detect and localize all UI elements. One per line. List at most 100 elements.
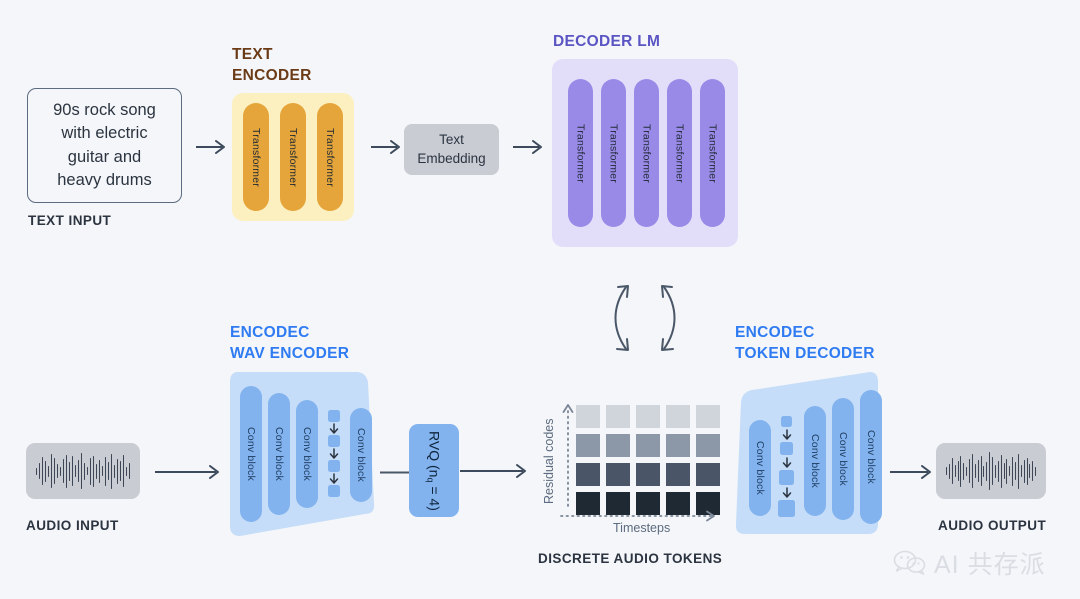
waveform-bar <box>992 457 993 485</box>
text-encoder-block-1[interactable]: Transformer <box>243 103 269 211</box>
decoder-lm-panel: Transformer Transformer Transformer Tran… <box>552 59 738 247</box>
waveform-bar <box>93 455 94 487</box>
waveform-bar <box>1032 461 1034 481</box>
upsample-arrows-icon <box>778 416 795 517</box>
text-encoder-block-label: Transformer <box>324 127 336 187</box>
decoder-lm-block-label: Transformer <box>574 123 587 183</box>
waveform-bar <box>129 463 130 479</box>
waveform-bar <box>111 453 112 489</box>
arrow-encoder-to-embedding <box>371 140 400 154</box>
waveform-bar <box>977 460 979 482</box>
waveform-bar <box>123 455 124 487</box>
token-decoder-blocks: Conv block Conv block Conv block Conv bl… <box>732 368 882 558</box>
discrete-audio-tokens-grid <box>576 405 720 515</box>
wav-encoder-block-3[interactable]: Conv block <box>296 400 318 508</box>
wav-encoder-block-label: Conv block <box>273 427 285 481</box>
wav-encoder-block-label: Conv block <box>301 427 313 481</box>
arrow-embedding-to-decoder <box>513 140 542 154</box>
waveform-bar <box>1012 456 1013 486</box>
audio-output-waveform <box>936 443 1046 499</box>
text-embedding-label: Text Embedding <box>417 132 486 166</box>
text-input-box[interactable]: 90s rock song with electric guitar and h… <box>27 88 182 203</box>
discrete-audio-tokens-caption: DISCRETE AUDIO TOKENS <box>538 551 723 566</box>
wav-encoder-block-4[interactable]: Conv block <box>350 408 372 502</box>
waveform-bar <box>108 462 109 480</box>
waveform-bar <box>966 466 967 476</box>
token-decoder-block-4[interactable]: Conv block <box>860 390 882 524</box>
token-decoder-block-1[interactable]: Conv block <box>749 420 771 516</box>
wav-encoder-block-2[interactable]: Conv block <box>268 393 290 515</box>
text-encoder-heading: TEXT ENCODER <box>232 46 312 84</box>
waveform-bar <box>1026 457 1028 485</box>
watermark-text: AI 共存派 <box>934 551 1046 579</box>
wav-encoder-block-label: Conv block <box>355 428 367 482</box>
waveform-bar <box>63 459 64 483</box>
waveform-bar <box>78 460 79 482</box>
waveform-bar <box>948 463 950 479</box>
waveform-bar <box>994 464 996 478</box>
waveform-bar <box>36 467 37 475</box>
waveform-bar <box>81 453 82 489</box>
token-cell <box>576 434 600 457</box>
decoder-lm-block-label: Transformer <box>607 123 620 183</box>
waveform-bar <box>951 458 953 484</box>
audio-input-caption: AUDIO INPUT <box>26 518 119 533</box>
token-cell <box>666 405 690 428</box>
wav-encoder-blocks: Conv block Conv block Conv block Conv bl… <box>228 368 376 540</box>
token-cell <box>666 434 690 457</box>
waveform-bar <box>42 457 43 485</box>
waveform-bar <box>997 460 999 482</box>
decoder-lm-block-1[interactable]: Transformer <box>568 79 593 227</box>
arrow-rvq-to-tokens <box>460 464 526 478</box>
downsample-arrows-icon <box>328 410 340 497</box>
waveform-bar <box>971 454 973 488</box>
waveform-bar <box>57 464 58 478</box>
token-decoder-block-label: Conv block <box>865 430 877 484</box>
waveform-bar <box>1017 453 1019 489</box>
waveform-bar <box>1020 465 1022 477</box>
arrow-audio-input-to-wav-encoder <box>155 465 219 479</box>
waveform-bar <box>986 461 988 481</box>
token-decoder-block-2[interactable]: Conv block <box>804 406 826 516</box>
token-cell <box>606 434 630 457</box>
text-embedding-box[interactable]: Text Embedding <box>404 124 499 175</box>
token-cell <box>606 463 630 486</box>
decoder-lm-block-4[interactable]: Transformer <box>667 79 692 227</box>
waveform-bar <box>1006 458 1008 484</box>
token-cell <box>696 434 720 457</box>
decoder-lm-block-2[interactable]: Transformer <box>601 79 626 227</box>
token-decoder-block-label: Conv block <box>754 441 766 495</box>
rvq-label: RVQ (nq = 4) <box>425 430 443 511</box>
token-decoder-block-3[interactable]: Conv block <box>832 398 854 520</box>
decoder-lm-block-3[interactable]: Transformer <box>634 79 659 227</box>
decoder-lm-block-5[interactable]: Transformer <box>700 79 725 227</box>
waveform-bar <box>114 464 115 478</box>
rvq-box[interactable]: RVQ (nq = 4) <box>409 424 459 517</box>
tokens-x-axis-label: Timesteps <box>613 521 671 535</box>
waveform-bar <box>946 467 947 475</box>
text-encoder-block-2[interactable]: Transformer <box>280 103 306 211</box>
arrow-text-input-to-encoder <box>196 140 225 154</box>
waveform-bar <box>120 461 121 481</box>
waveform-bar <box>39 463 40 479</box>
waveform-bar <box>45 460 46 482</box>
cyclic-arrows-decoder-tokens <box>614 285 676 351</box>
text-encoder-block-3[interactable]: Transformer <box>317 103 343 211</box>
wav-encoder-block-label: Conv block <box>245 427 257 481</box>
token-decoder-block-label: Conv block <box>809 434 821 488</box>
token-cell <box>696 405 720 428</box>
line-wav-encoder-to-rvq <box>380 471 412 474</box>
token-cell <box>696 463 720 486</box>
waveform-bar <box>126 466 127 476</box>
token-cell <box>576 463 600 486</box>
text-encoder-block-label: Transformer <box>250 127 262 187</box>
waveform-bar <box>66 454 67 488</box>
waveform-bar <box>963 462 965 480</box>
wav-encoder-heading: ENCODEC WAV ENCODER <box>230 324 350 362</box>
token-cell <box>636 463 660 486</box>
text-input-caption: TEXT INPUT <box>28 213 112 228</box>
waveform-bar <box>1003 463 1005 479</box>
decoder-lm-block-label: Transformer <box>640 123 653 183</box>
wav-encoder-block-1[interactable]: Conv block <box>240 386 262 522</box>
text-input-prompt: 90s rock song with electric guitar and h… <box>53 100 156 189</box>
